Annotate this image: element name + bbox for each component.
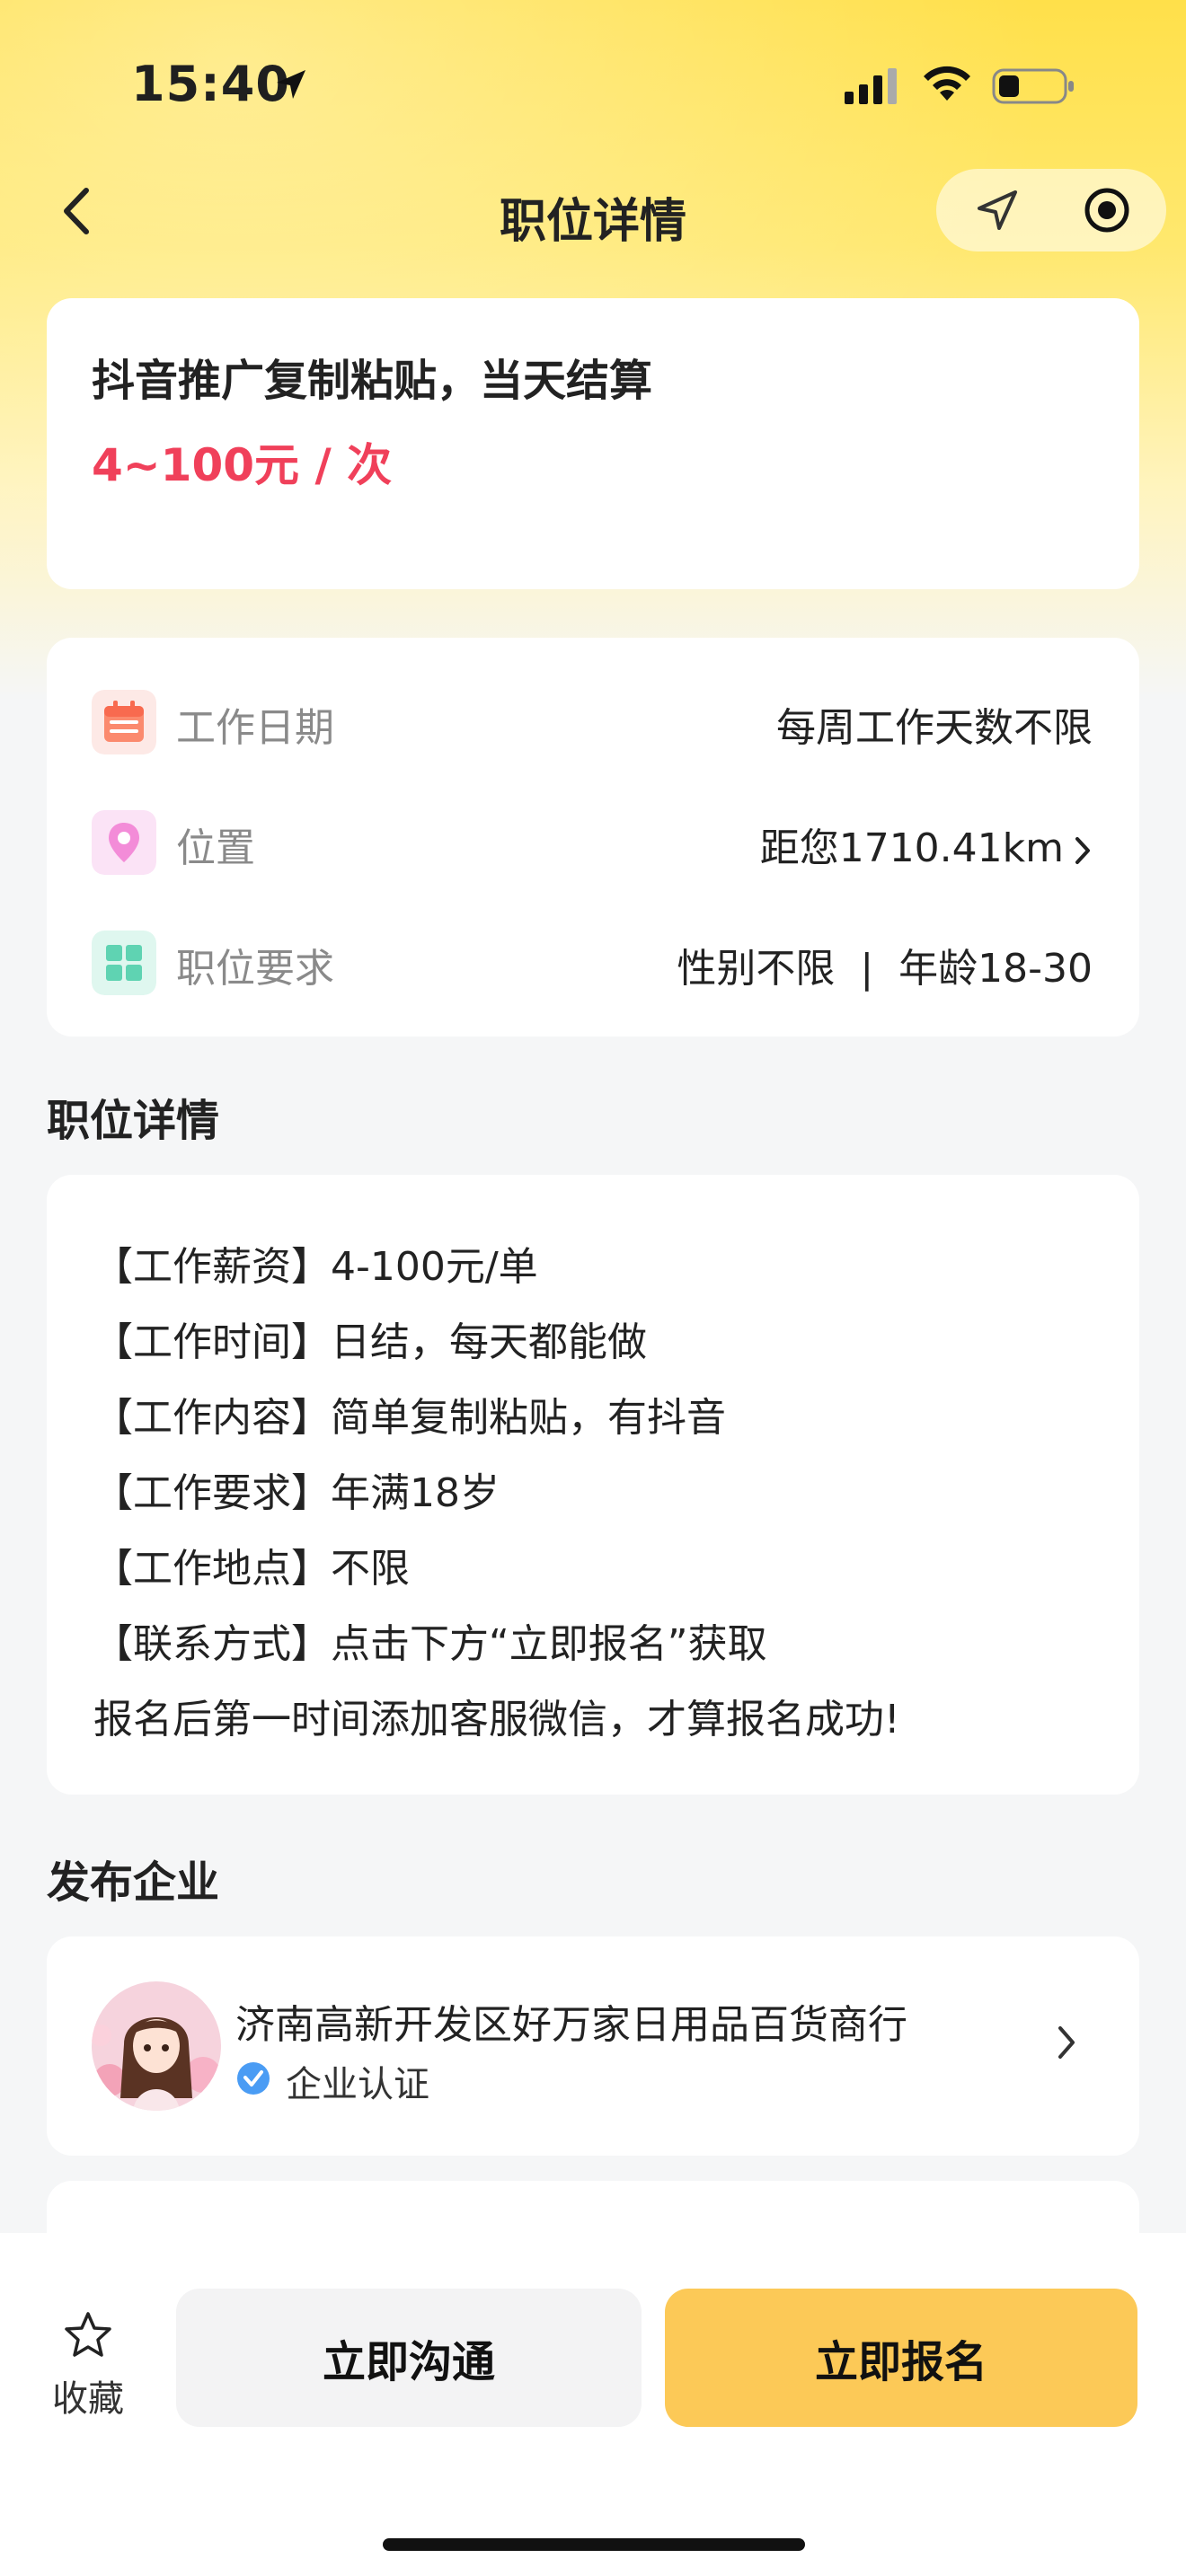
info-value: 每周工作天数不限 (776, 705, 1093, 751)
status-time: 15:40 (131, 56, 290, 112)
verified-badge-icon (237, 2062, 270, 2095)
favorite-button[interactable]: 收藏 (45, 2308, 131, 2422)
location-arrow-icon (277, 70, 305, 99)
grid-icon (92, 931, 156, 995)
info-value-distance: 距您1710.41km (760, 816, 1093, 873)
company-avatar (92, 1981, 221, 2111)
verified-label: 企业认证 (286, 2064, 429, 2105)
location-pin-icon (92, 810, 156, 875)
job-title: 抖音推广复制粘贴，当天结算 (92, 356, 653, 406)
calendar-icon (92, 690, 156, 754)
job-description-card: 【工作薪资】4-100元/单 【工作时间】日结，每天都能做 【工作内容】简单复制… (47, 1175, 1139, 1795)
description-line: 【联系方式】点击下方“立即报名”获取 (93, 1621, 767, 1667)
company-card[interactable]: 济南高新开发区好万家日用品百货商行 企业认证 (47, 1936, 1139, 2156)
distance-text: 距您1710.41km (759, 825, 1064, 871)
favorite-label: 收藏 (52, 2378, 124, 2420)
mini-program-capsule (936, 169, 1166, 251)
description-line: 【工作内容】简单复制粘贴，有抖音 (93, 1395, 726, 1441)
description-line: 【工作薪资】4-100元/单 (93, 1244, 538, 1290)
close-miniprogram-icon[interactable] (1082, 185, 1132, 235)
company-name: 济南高新开发区好万家日用品百货商行 (235, 2002, 907, 2048)
info-row-location[interactable]: 位置 距您1710.41km (47, 798, 1139, 878)
star-icon (65, 2312, 111, 2357)
info-label: 职位要求 (176, 946, 334, 992)
chevron-right-icon (1058, 2026, 1075, 2059)
info-row-work-date: 工作日期 每周工作天数不限 (47, 677, 1139, 758)
company-section-title: 发布企业 (47, 1857, 220, 1908)
battery-icon (992, 68, 1074, 104)
info-label: 位置 (176, 825, 255, 871)
description-line: 【工作要求】年满18岁 (93, 1470, 500, 1516)
description-line: 【工作时间】日结，每天都能做 (93, 1319, 647, 1365)
chat-button[interactable]: 立即沟通 (176, 2289, 642, 2427)
job-info-card: 工作日期 每周工作天数不限 位置 距您1710.41km 职位要求 性别不限 |… (47, 638, 1139, 1037)
info-label: 工作日期 (176, 705, 334, 751)
home-indicator (383, 2538, 805, 2551)
cellular-signal-icon (845, 68, 897, 104)
job-header-card: 抖音推广复制粘贴，当天结算 4~100元 / 次 (47, 298, 1139, 589)
description-line: 报名后第一时间添加客服微信，才算报名成功! (93, 1697, 900, 1742)
info-value: 性别不限 | 年龄18-30 (677, 946, 1093, 992)
details-section-title: 职位详情 (47, 1096, 220, 1146)
description-line: 【工作地点】不限 (93, 1546, 410, 1592)
apply-button[interactable]: 立即报名 (665, 2289, 1137, 2427)
info-row-requirements: 职位要求 性别不限 | 年龄18-30 (47, 918, 1139, 999)
wifi-icon (924, 66, 970, 101)
bottom-action-bar: 收藏 立即沟通 立即报名 (0, 2233, 1186, 2576)
location-share-icon[interactable] (972, 185, 1022, 235)
chevron-right-icon (1075, 837, 1090, 864)
job-salary: 4~100元 / 次 (92, 439, 393, 491)
